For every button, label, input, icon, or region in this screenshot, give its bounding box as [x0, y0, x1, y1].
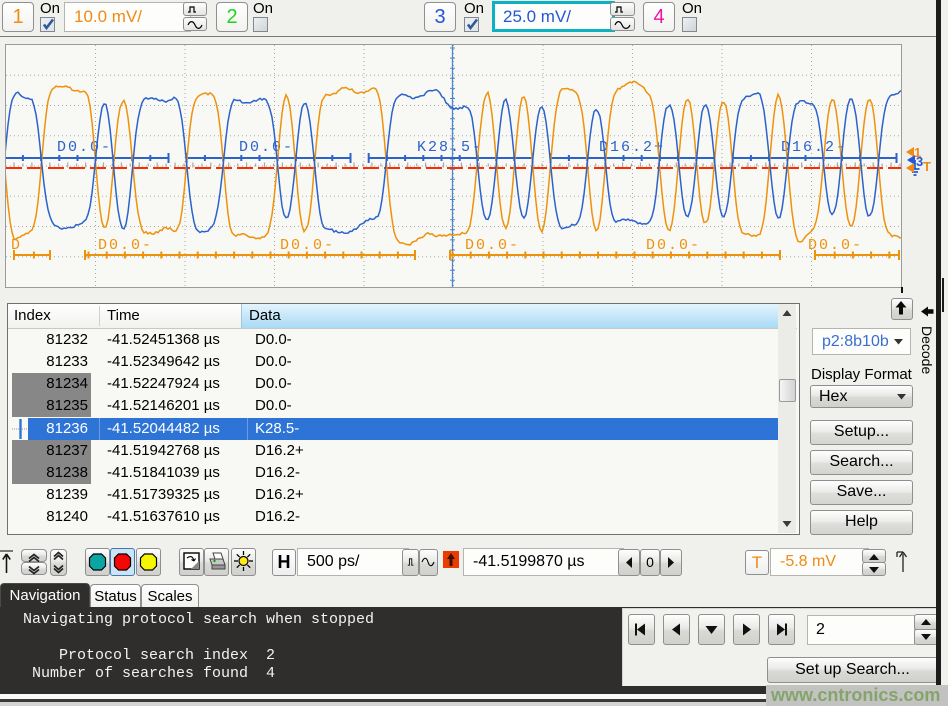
svg-text:D0.0-: D0.0- [465, 237, 520, 254]
svg-text:D16.2-: D16.2- [781, 139, 847, 156]
svg-text:D0.0-: D0.0- [239, 139, 294, 156]
svg-text:D0.0-: D0.0- [808, 237, 863, 254]
svg-text:D0.0-: D0.0- [98, 237, 153, 254]
svg-text:D0.0-: D0.0- [646, 237, 701, 254]
svg-text:D0.0-: D0.0- [57, 139, 112, 156]
svg-text:T: T [923, 159, 931, 174]
svg-text:D16.2+: D16.2+ [599, 139, 665, 156]
svg-text:K28.5-: K28.5- [417, 139, 483, 156]
svg-text:D0.0-: D0.0- [280, 237, 335, 254]
